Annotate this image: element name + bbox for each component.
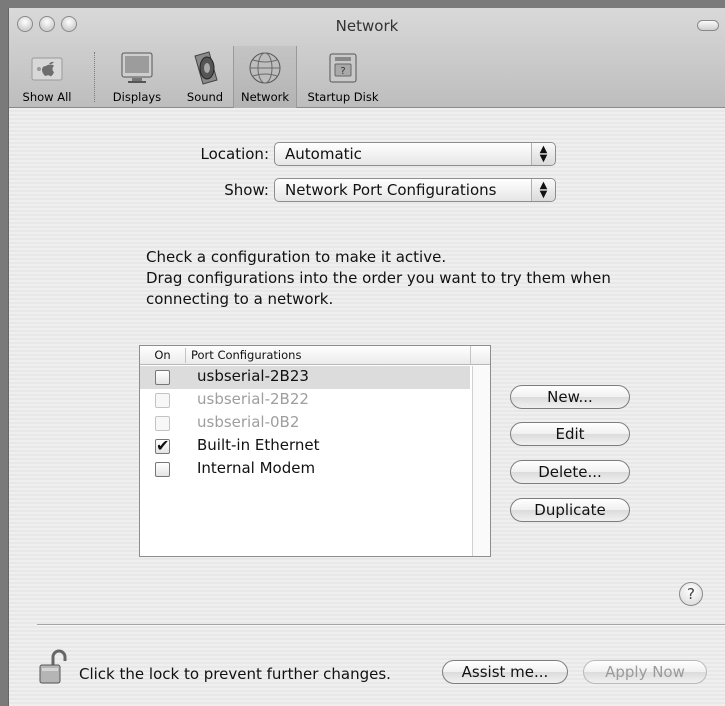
toolbar-label: Displays	[112, 90, 162, 104]
config-name: usbserial-0B2	[197, 413, 300, 431]
assist-me-button[interactable]: Assist me...	[442, 660, 568, 684]
list-scrollbar[interactable]	[472, 366, 490, 556]
preferences-window: Network Show All Displays Sound Network …	[8, 8, 725, 706]
config-name: usbserial-2B23	[197, 367, 309, 385]
toolbar-item-network[interactable]: Network	[233, 46, 297, 108]
config-name: usbserial-2B22	[197, 390, 309, 408]
list-header: On Port Configurations	[140, 346, 490, 365]
config-name: Internal Modem	[197, 459, 316, 477]
delete-button[interactable]: Delete...	[510, 460, 630, 484]
apple-grid-icon	[31, 57, 63, 81]
show-label: Show:	[224, 181, 269, 199]
config-name: Built-in Ethernet	[197, 436, 320, 454]
apply-now-button[interactable]: Apply Now	[583, 660, 707, 684]
show-value: Network Port Configurations	[285, 181, 497, 199]
toolbar-item-startup-disk[interactable]: ? Startup Disk	[301, 46, 385, 108]
lock-status-text: Click the lock to prevent further change…	[79, 665, 391, 683]
hard-disk-icon: ?	[329, 53, 357, 83]
popup-arrows-icon: ▲ ▼	[531, 143, 555, 165]
port-configurations-list[interactable]: On Port Configurations usbserial-2B23 us…	[139, 345, 491, 557]
duplicate-button[interactable]: Duplicate	[510, 498, 630, 522]
toolbar-item-displays[interactable]: Displays	[97, 46, 177, 108]
list-item[interactable]: Internal Modem	[140, 458, 470, 481]
toolbar-separator	[94, 52, 95, 102]
list-item[interactable]: usbserial-0B2	[140, 412, 470, 435]
toolbar-label: Show All	[22, 90, 72, 104]
instruction-line: Drag configurations into the order you w…	[146, 269, 611, 287]
instruction-line: Check a configuration to make it active.	[146, 248, 447, 266]
show-popup[interactable]: Network Port Configurations ▲ ▼	[274, 178, 556, 202]
toolbar-label: Startup Disk	[307, 90, 379, 104]
column-divider	[470, 346, 471, 365]
column-header-port-configurations[interactable]: Port Configurations	[191, 348, 301, 362]
svg-text:?: ?	[340, 66, 345, 77]
location-label: Location:	[200, 145, 270, 163]
list-item[interactable]: usbserial-2B22	[140, 389, 470, 412]
list-item[interactable]: ✔ Built-in Ethernet	[140, 435, 470, 458]
title-toolbar: Network Show All Displays Sound Network …	[9, 8, 725, 108]
help-button[interactable]: ?	[679, 582, 703, 606]
toolbar-toggle-button[interactable]	[697, 20, 719, 31]
location-value: Automatic	[285, 145, 362, 163]
location-popup[interactable]: Automatic ▲ ▼	[274, 142, 556, 166]
active-checkbox[interactable]	[155, 462, 170, 477]
column-header-on[interactable]: On	[140, 348, 186, 363]
toolbar-item-show-all[interactable]: Show All	[9, 46, 85, 108]
active-checkbox[interactable]	[155, 393, 170, 408]
new-button[interactable]: New...	[510, 385, 630, 409]
display-icon	[121, 52, 153, 83]
speaker-icon	[194, 51, 218, 85]
divider	[37, 624, 725, 626]
toolbar-label: Sound	[186, 90, 224, 104]
active-checkbox[interactable]: ✔	[155, 436, 170, 455]
list-item[interactable]: usbserial-2B23	[140, 366, 470, 389]
toolbar-label: Network	[240, 90, 290, 104]
popup-arrows-icon: ▲ ▼	[531, 179, 555, 201]
instructions-text: Check a configuration to make it active.…	[146, 247, 611, 310]
active-checkbox[interactable]	[155, 370, 170, 385]
instruction-line: connecting to a network.	[146, 290, 334, 308]
unlocked-padlock-icon[interactable]	[37, 649, 69, 685]
toolbar-item-sound[interactable]: Sound	[179, 46, 231, 108]
window-title: Network	[335, 17, 399, 35]
active-checkbox[interactable]	[155, 416, 170, 431]
checkmark-icon: ✔	[156, 436, 170, 455]
edit-button[interactable]: Edit	[510, 422, 630, 446]
network-globe-icon	[249, 52, 281, 84]
